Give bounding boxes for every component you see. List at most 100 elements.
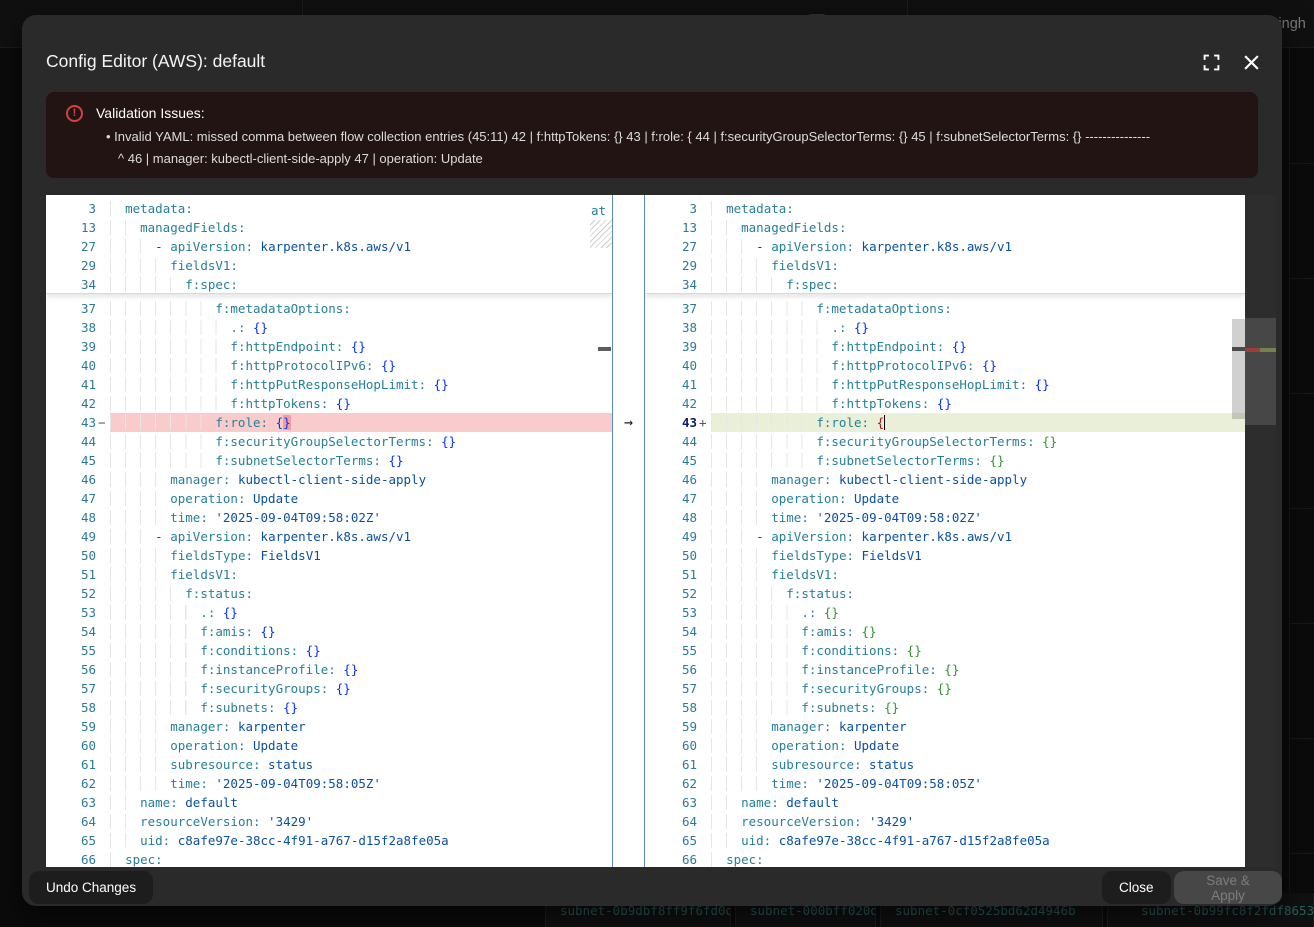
- code-text: name: default: [110, 793, 612, 812]
- code-line-left-39[interactable]: 39 f:httpEndpoint: {}: [46, 337, 612, 356]
- code-line-right-52[interactable]: 52 f:status:: [645, 584, 1245, 603]
- code-line-left-40[interactable]: 40 f:httpProtocolIPv6: {}: [46, 356, 612, 375]
- code-line-left-58[interactable]: 58 f:subnets: {}: [46, 698, 612, 717]
- code-line-right-sticky-29[interactable]: 29 fieldsV1:: [645, 256, 1245, 275]
- code-line-left-61[interactable]: 61 subresource: status: [46, 755, 612, 774]
- code-line-left-57[interactable]: 57 f:securityGroups: {}: [46, 679, 612, 698]
- line-number: 45: [46, 451, 96, 470]
- code-line-right-64[interactable]: 64 resourceVersion: '3429': [645, 812, 1245, 831]
- code-line-right-37[interactable]: 37 f:metadataOptions:: [645, 299, 1245, 318]
- code-line-left-49[interactable]: 49 - apiVersion: karpenter.k8s.aws/v1: [46, 527, 612, 546]
- code-line-right-58[interactable]: 58 f:subnets: {}: [645, 698, 1245, 717]
- code-line-right-sticky-27[interactable]: 27 - apiVersion: karpenter.k8s.aws/v1: [645, 237, 1245, 256]
- diff-sign: [697, 755, 711, 774]
- code-line-right-42[interactable]: 42 f:httpTokens: {}: [645, 394, 1245, 413]
- code-text: f:securityGroupSelectorTerms: {}: [711, 432, 1245, 451]
- code-line-right-56[interactable]: 56 f:instanceProfile: {}: [645, 660, 1245, 679]
- vertical-scrollbar[interactable]: [1232, 319, 1245, 419]
- code-line-right-43[interactable]: 43+ f:role: {: [645, 413, 1245, 432]
- line-number: 52: [645, 584, 697, 603]
- diff-arrow-icon[interactable]: →: [613, 413, 644, 432]
- code-line-left-44[interactable]: 44 f:securityGroupSelectorTerms: {}: [46, 432, 612, 451]
- minimap-slider[interactable]: [1245, 318, 1276, 425]
- code-line-right-sticky-13[interactable]: 13 managedFields:: [645, 218, 1245, 237]
- config-editor-modal: Config Editor (AWS): default ! Validatio…: [22, 15, 1282, 906]
- line-number: 64: [645, 812, 697, 831]
- code-line-right-41[interactable]: 41 f:httpPutResponseHopLimit: {}: [645, 375, 1245, 394]
- code-line-right-60[interactable]: 60 operation: Update: [645, 736, 1245, 755]
- close-modal-button[interactable]: [1238, 49, 1264, 75]
- code-text: f:httpProtocolIPv6: {}: [711, 356, 1245, 375]
- code-line-right-57[interactable]: 57 f:securityGroups: {}: [645, 679, 1245, 698]
- code-line-right-sticky-34[interactable]: 34 f:spec:: [645, 275, 1245, 294]
- code-line-left-50[interactable]: 50 fieldsType: FieldsV1: [46, 546, 612, 565]
- code-line-right-66[interactable]: 66 spec:: [645, 850, 1245, 867]
- code-text: f:conditions: {}: [110, 641, 612, 660]
- code-line-left-37[interactable]: 37 f:metadataOptions:: [46, 299, 612, 318]
- code-line-right-sticky-3[interactable]: 3 metadata:: [645, 199, 1245, 218]
- code-line-left-53[interactable]: 53 .: {}: [46, 603, 612, 622]
- code-line-right-54[interactable]: 54 f:amis: {}: [645, 622, 1245, 641]
- code-line-left-41[interactable]: 41 f:httpPutResponseHopLimit: {}: [46, 375, 612, 394]
- code-line-right-46[interactable]: 46 manager: kubectl-client-side-apply: [645, 470, 1245, 489]
- code-line-right-39[interactable]: 39 f:httpEndpoint: {}: [645, 337, 1245, 356]
- code-line-left-38[interactable]: 38 .: {}: [46, 318, 612, 337]
- code-line-right-59[interactable]: 59 manager: karpenter: [645, 717, 1245, 736]
- code-line-right-48[interactable]: 48 time: '2025-09-04T09:58:02Z': [645, 508, 1245, 527]
- diff-sign: [697, 698, 711, 717]
- row-divider: [1290, 163, 1314, 164]
- code-line-left-52[interactable]: 52 f:status:: [46, 584, 612, 603]
- code-line-left-62[interactable]: 62 time: '2025-09-04T09:58:05Z': [46, 774, 612, 793]
- code-line-right-63[interactable]: 63 name: default: [645, 793, 1245, 812]
- code-text: subresource: status: [110, 755, 612, 774]
- code-line-right-40[interactable]: 40 f:httpProtocolIPv6: {}: [645, 356, 1245, 375]
- code-line-right-62[interactable]: 62 time: '2025-09-04T09:58:05Z': [645, 774, 1245, 793]
- code-line-left-sticky-27[interactable]: 27 - apiVersion: karpenter.k8s.aws/v1: [46, 237, 612, 256]
- save-apply-button[interactable]: Save & Apply: [1174, 871, 1282, 904]
- fullscreen-button[interactable]: [1198, 49, 1224, 75]
- undo-changes-button[interactable]: Undo Changes: [29, 871, 153, 904]
- code-line-left-64[interactable]: 64 resourceVersion: '3429': [46, 812, 612, 831]
- code-line-left-43[interactable]: 43− f:role: {}: [46, 413, 612, 432]
- code-line-left-59[interactable]: 59 manager: karpenter: [46, 717, 612, 736]
- diff-sign: [697, 299, 711, 318]
- code-line-left-48[interactable]: 48 time: '2025-09-04T09:58:02Z': [46, 508, 612, 527]
- code-line-left-55[interactable]: 55 f:conditions: {}: [46, 641, 612, 660]
- code-line-left-47[interactable]: 47 operation: Update: [46, 489, 612, 508]
- code-line-left-60[interactable]: 60 operation: Update: [46, 736, 612, 755]
- code-line-right-55[interactable]: 55 f:conditions: {}: [645, 641, 1245, 660]
- code-line-right-50[interactable]: 50 fieldsType: FieldsV1: [645, 546, 1245, 565]
- code-line-right-49[interactable]: 49 - apiVersion: karpenter.k8s.aws/v1: [645, 527, 1245, 546]
- code-text: time: '2025-09-04T09:58:02Z': [711, 508, 1245, 527]
- code-line-left-54[interactable]: 54 f:amis: {}: [46, 622, 612, 641]
- code-line-left-sticky-29[interactable]: 29 fieldsV1:: [46, 256, 612, 275]
- code-line-right-47[interactable]: 47 operation: Update: [645, 489, 1245, 508]
- code-line-right-45[interactable]: 45 f:subnetSelectorTerms: {}: [645, 451, 1245, 470]
- code-line-left-42[interactable]: 42 f:httpTokens: {}: [46, 394, 612, 413]
- code-text: fieldsV1:: [110, 565, 612, 584]
- code-line-right-38[interactable]: 38 .: {}: [645, 318, 1245, 337]
- code-line-left-sticky-3[interactable]: 3 metadata:: [46, 199, 612, 218]
- code-line-left-sticky-13[interactable]: 13 managedFields:: [46, 218, 612, 237]
- code-text: f:subnetSelectorTerms: {}: [110, 451, 612, 470]
- code-line-left-45[interactable]: 45 f:subnetSelectorTerms: {}: [46, 451, 612, 470]
- code-line-right-51[interactable]: 51 fieldsV1:: [645, 565, 1245, 584]
- code-text: - apiVersion: karpenter.k8s.aws/v1: [110, 237, 612, 256]
- code-line-right-65[interactable]: 65 uid: c8afe97e-38cc-4f91-a767-d15f2a8f…: [645, 831, 1245, 850]
- diff-sign: [96, 736, 110, 755]
- line-number: 62: [46, 774, 96, 793]
- code-line-left-46[interactable]: 46 manager: kubectl-client-side-apply: [46, 470, 612, 489]
- code-line-right-53[interactable]: 53 .: {}: [645, 603, 1245, 622]
- code-line-right-44[interactable]: 44 f:securityGroupSelectorTerms: {}: [645, 432, 1245, 451]
- line-number: 41: [645, 375, 697, 394]
- code-line-left-56[interactable]: 56 f:instanceProfile: {}: [46, 660, 612, 679]
- code-line-left-65[interactable]: 65 uid: c8afe97e-38cc-4f91-a767-d15f2a8f…: [46, 831, 612, 850]
- code-line-left-sticky-34[interactable]: 34 f:spec:: [46, 275, 612, 294]
- code-line-left-66[interactable]: 66 spec:: [46, 850, 612, 867]
- diff-sign: [96, 432, 110, 451]
- code-line-left-51[interactable]: 51 fieldsV1:: [46, 565, 612, 584]
- close-button[interactable]: Close: [1102, 871, 1171, 904]
- code-line-left-63[interactable]: 63 name: default: [46, 793, 612, 812]
- code-line-right-61[interactable]: 61 subresource: status: [645, 755, 1245, 774]
- line-number: 43: [46, 413, 96, 432]
